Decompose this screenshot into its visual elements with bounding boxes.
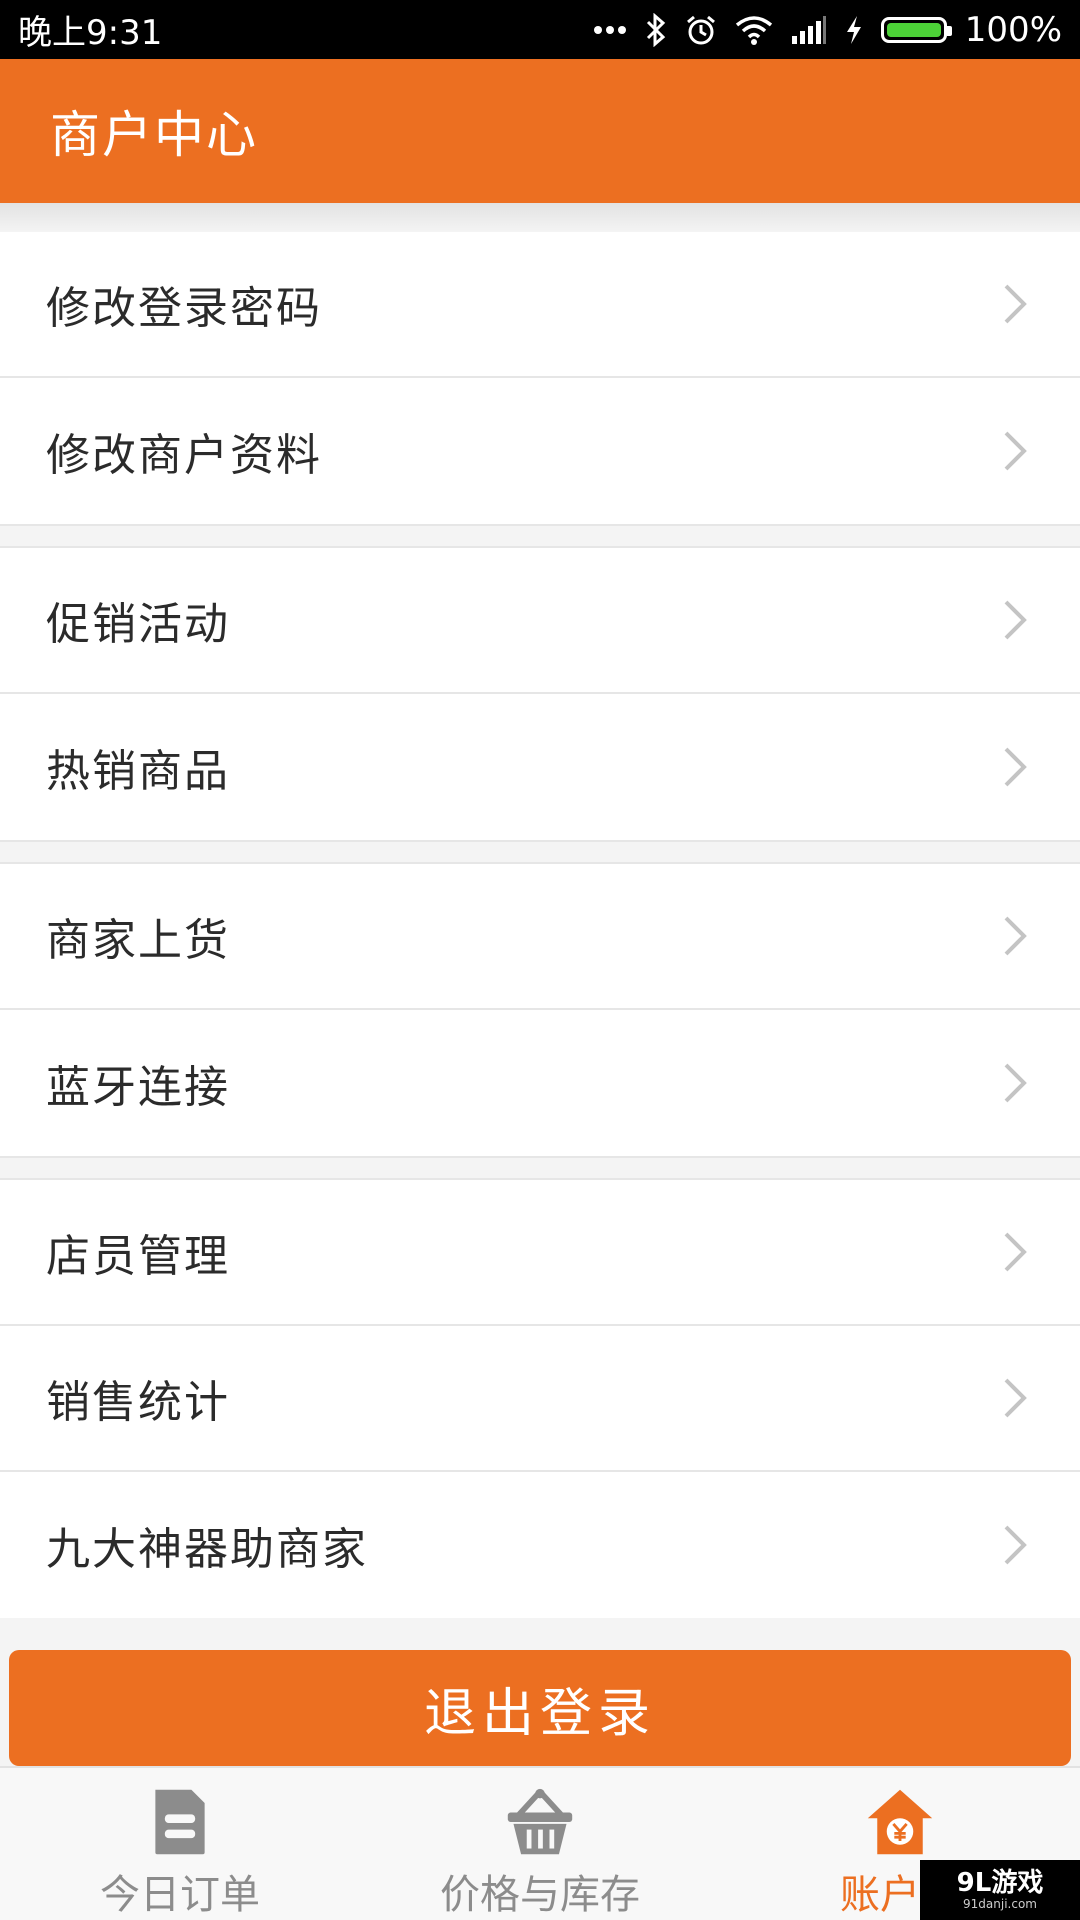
menu-item-label: 促销活动: [46, 599, 230, 650]
group-divider: [0, 840, 1080, 864]
menu-item-edit-profile[interactable]: 修改商户资料: [0, 378, 1080, 524]
watermark-brand: 9L游戏: [956, 1868, 1044, 1898]
alarm-icon: [685, 14, 717, 46]
menu-item-promotions[interactable]: 促销活动: [0, 548, 1080, 694]
chevron-right-icon: [1004, 1525, 1027, 1565]
bluetooth-icon: [645, 12, 667, 47]
menu-item-label: 商家上货: [46, 915, 230, 966]
menu-item-hot-products[interactable]: 热销商品: [0, 694, 1080, 840]
chevron-right-icon: [1004, 747, 1027, 787]
document-icon: [155, 1789, 205, 1855]
tab-today-orders[interactable]: 今日订单: [0, 1768, 360, 1920]
menu-group-marketing: 促销活动 热销商品: [0, 548, 1080, 840]
status-bar: 晚上9:31 100%: [0, 0, 1080, 59]
group-divider: [0, 1156, 1080, 1180]
menu-item-staff[interactable]: 店员管理: [0, 1180, 1080, 1326]
signal-icon: [791, 15, 827, 44]
menu-item-bluetooth[interactable]: 蓝牙连接: [0, 1010, 1080, 1156]
tab-price-inventory[interactable]: 价格与库存: [360, 1768, 720, 1920]
chevron-right-icon: [1004, 1232, 1027, 1272]
menu-group-operations: 商家上货 蓝牙连接: [0, 864, 1080, 1156]
chevron-right-icon: [1004, 1063, 1027, 1103]
group-divider: [0, 524, 1080, 548]
chevron-right-icon: [1004, 916, 1027, 956]
watermark-logo: 9L游戏 91danji.com: [920, 1860, 1080, 1920]
menu-item-nine-tools[interactable]: 九大神器助商家: [0, 1472, 1080, 1618]
menu-item-label: 销售统计: [46, 1377, 230, 1428]
chevron-right-icon: [1004, 284, 1027, 324]
menu-item-label: 蓝牙连接: [46, 1062, 230, 1113]
menu-item-label: 九大神器助商家: [46, 1524, 368, 1575]
menu-item-change-password[interactable]: 修改登录密码: [0, 232, 1080, 378]
more-dots-icon: [593, 25, 627, 35]
page-title: 商户中心: [50, 106, 258, 164]
menu-item-list-products[interactable]: 商家上货: [0, 864, 1080, 1010]
menu-item-label: 修改商户资料: [46, 430, 322, 481]
menu-item-label: 店员管理: [46, 1231, 230, 1282]
menu-group-management: 店员管理 销售统计 九大神器助商家: [0, 1180, 1080, 1618]
menu-item-sales-stats[interactable]: 销售统计: [0, 1326, 1080, 1472]
basket-icon: [507, 1788, 573, 1855]
charging-icon: [845, 15, 863, 45]
logout-button[interactable]: 退出登录: [9, 1650, 1071, 1766]
chevron-right-icon: [1004, 1378, 1027, 1418]
tab-label: 今日订单: [100, 1872, 260, 1918]
watermark-domain: 91danji.com: [963, 1897, 1037, 1911]
status-icons: 100%: [593, 10, 1062, 50]
battery-icon: [880, 16, 952, 43]
menu-item-label: 热销商品: [46, 746, 230, 797]
menu-item-label: 修改登录密码: [46, 283, 322, 334]
bottom-nav: 今日订单 价格与库存 账户中: [0, 1766, 1080, 1920]
battery-percent: 100%: [964, 9, 1062, 50]
chevron-right-icon: [1004, 600, 1027, 640]
chevron-right-icon: [1004, 431, 1027, 471]
tab-label: 价格与库存: [440, 1872, 640, 1918]
app-bar: 商户中心: [0, 59, 1080, 203]
wifi-icon: [735, 15, 773, 45]
menu-group-account: 修改登录密码 修改商户资料: [0, 232, 1080, 524]
home-yen-icon: [867, 1789, 933, 1855]
status-time: 晚上9:31: [18, 13, 163, 53]
